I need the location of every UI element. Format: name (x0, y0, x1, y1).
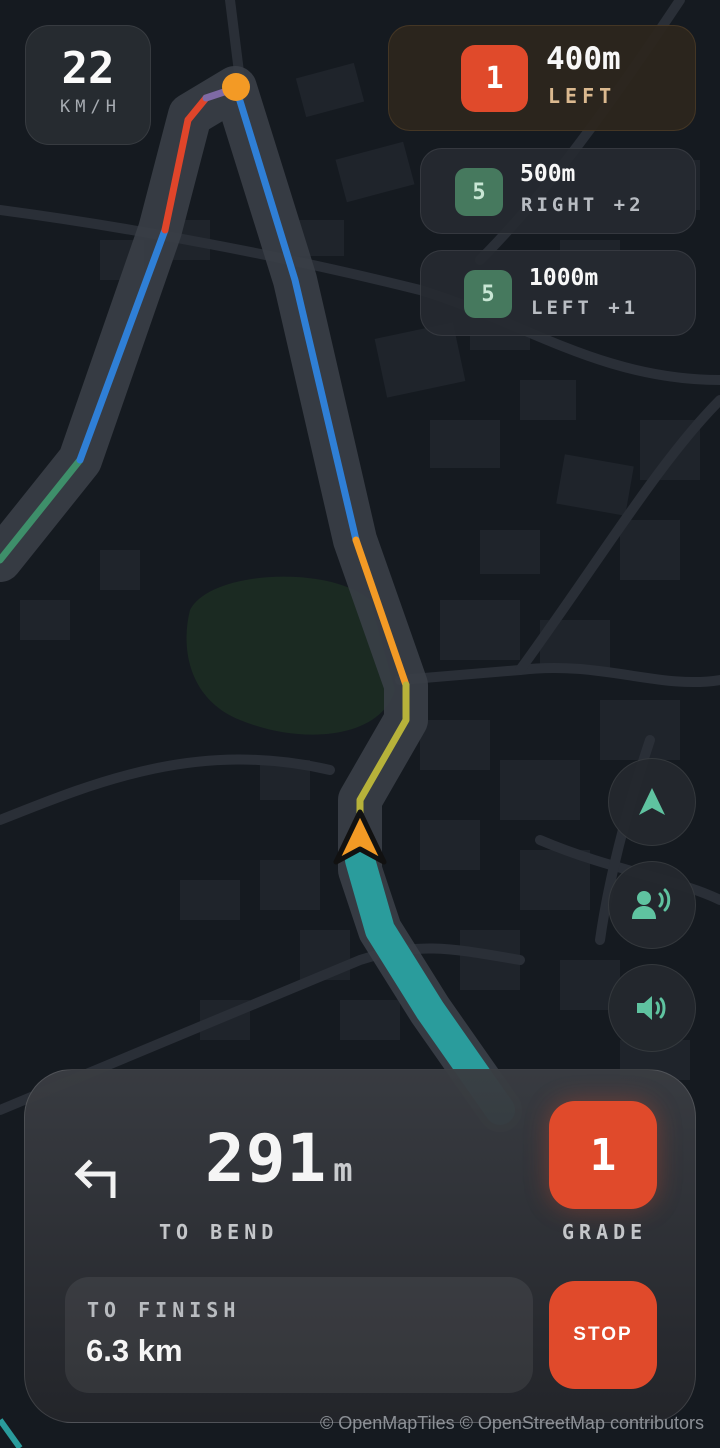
finish-distance-box: TO FINISH 6.3 km (65, 1277, 533, 1393)
bend-distance: 291 m (205, 1120, 352, 1197)
recenter-button[interactable] (608, 758, 696, 846)
map-attribution[interactable]: © OpenMapTiles © OpenStreetMap contribut… (320, 1413, 704, 1434)
turn-direction: RIGHT +2 (521, 194, 645, 216)
destination-marker-icon (222, 73, 250, 101)
turn-distance: 1000m (529, 265, 599, 291)
speed-display: 22 KM/H (25, 25, 151, 145)
grade-label: GRADE (562, 1220, 648, 1244)
bend-label: TO BEND (159, 1220, 279, 1244)
turn-grade-badge: 1 (461, 45, 528, 112)
bend-distance-value: 291 (205, 1120, 328, 1197)
turn-direction: LEFT +1 (531, 297, 640, 319)
upcoming-turn-card-2[interactable]: 5 500m RIGHT +2 (420, 148, 696, 234)
bend-distance-unit: m (333, 1151, 353, 1189)
turn-grade-badge: 5 (464, 270, 512, 318)
stop-button[interactable]: STOP (549, 1281, 657, 1389)
speed-value: 22 (61, 43, 115, 94)
voice-guidance-icon (632, 888, 671, 919)
finish-label: TO FINISH (87, 1298, 241, 1322)
navigation-arrow-icon (639, 788, 665, 815)
navigation-panel: 291 m TO BEND 1 GRADE TO FINISH 6.3 km ST… (24, 1069, 696, 1423)
voice-guidance-button[interactable] (608, 861, 696, 949)
speed-unit: KM/H (60, 97, 121, 117)
sound-toggle-button[interactable] (608, 964, 696, 1052)
turn-distance: 400m (546, 41, 621, 77)
finish-value: 6.3 km (86, 1333, 183, 1368)
bend-grade-badge: 1 (549, 1101, 657, 1209)
turn-distance: 500m (520, 161, 576, 187)
turn-grade-badge: 5 (455, 168, 503, 216)
upcoming-turn-card-1[interactable]: 1 400m LEFT (388, 25, 696, 131)
turn-direction: LEFT (548, 84, 617, 108)
turn-left-arrow-icon (74, 1159, 116, 1198)
volume-icon (637, 996, 666, 1020)
upcoming-turn-card-3[interactable]: 5 1000m LEFT +1 (420, 250, 696, 336)
